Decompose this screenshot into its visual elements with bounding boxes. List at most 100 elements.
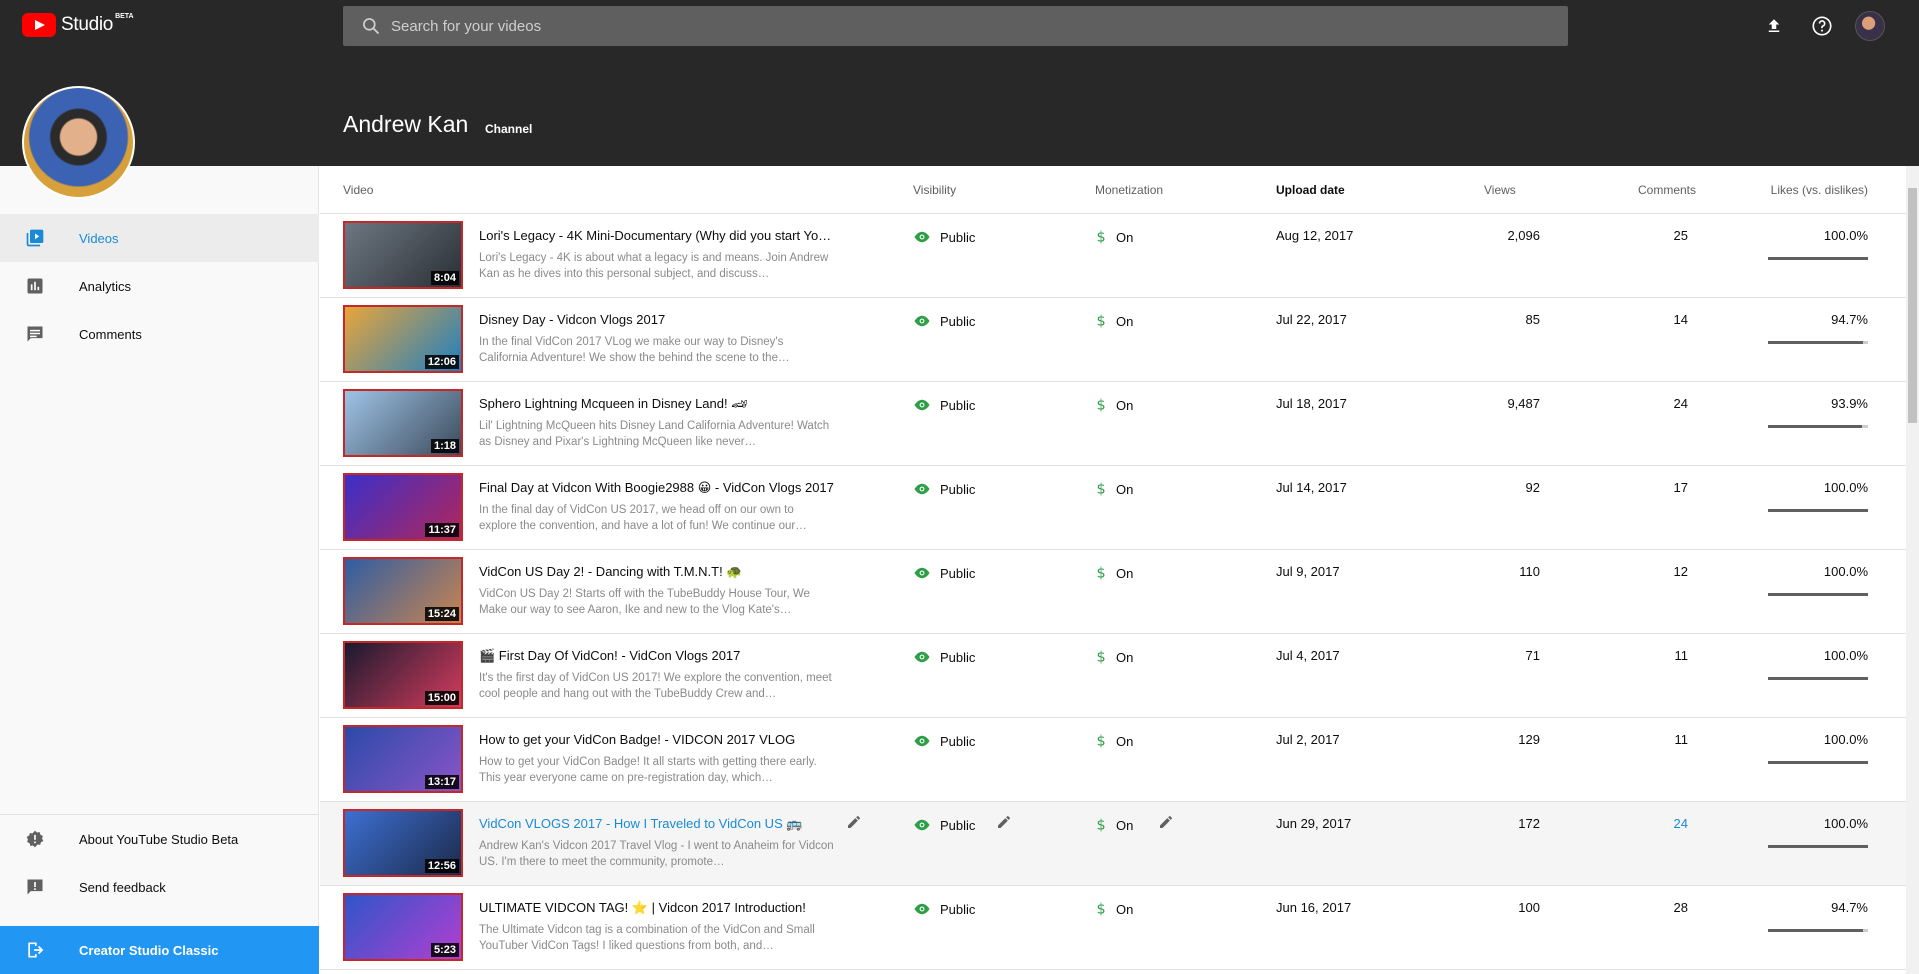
send-feedback-link[interactable]: Send feedback [0,863,319,911]
svg-text:$: $ [1097,902,1106,918]
visibility-cell[interactable]: Public [913,564,975,582]
upload-icon[interactable] [1759,11,1789,41]
edit-title-pencil-icon[interactable] [846,814,862,835]
video-title[interactable]: Sphero Lightning Mcqueen in Disney Land!… [479,396,839,412]
creator-studio-classic-button[interactable]: Creator Studio Classic [0,926,319,974]
table-row[interactable]: 5:23 ULTIMATE VIDCON TAG! ⭐ | Vidcon 201… [320,886,1906,970]
monetization-cell[interactable]: $ On [1095,732,1134,750]
about-studio-beta-link[interactable]: About YouTube Studio Beta [0,815,319,863]
column-header-likes[interactable]: Likes (vs. dislikes) [1771,183,1868,197]
video-thumbnail[interactable]: 15:00 [343,641,463,709]
exit-icon [24,939,46,961]
video-thumbnail[interactable]: 8:04 [343,221,463,289]
monetization-cell[interactable]: $ On [1095,900,1134,918]
column-header-upload-date[interactable]: Upload date [1276,183,1345,197]
video-duration: 15:24 [424,607,459,621]
edit-visibility-pencil-icon[interactable] [996,814,1012,835]
dollar-icon: $ [1095,564,1107,582]
views-count: 100 [1518,900,1540,915]
video-title[interactable]: Final Day at Vidcon With Boogie2988 😀 - … [479,480,839,496]
monetization-cell[interactable]: $ On [1095,816,1134,834]
table-row[interactable]: 15:24 VidCon US Day 2! - Dancing with T.… [320,550,1906,634]
visibility-value: Public [940,313,976,329]
monetization-cell[interactable]: $ On [1095,480,1134,498]
video-thumbnail[interactable]: 1:18 [343,389,463,457]
comments-count: 24 [1673,396,1688,411]
search-bar[interactable] [343,6,1568,46]
table-row[interactable]: 12:56 VidCon VLOGS 2017 - How I Traveled… [320,802,1906,886]
edit-monetization-pencil-icon[interactable] [1158,814,1174,835]
video-thumbnail[interactable]: 12:56 [343,809,463,877]
table-header: Video Visibility Monetization Upload dat… [320,166,1906,214]
video-description: In the final VidCon 2017 VLog we make ou… [479,336,790,364]
video-duration: 5:23 [430,943,459,957]
account-avatar[interactable] [1855,11,1885,41]
table-row[interactable]: 13:17 How to get your VidCon Badge! - VI… [320,718,1906,802]
visibility-cell[interactable]: Public [913,312,975,330]
table-row[interactable]: 12:06 Disney Day - Vidcon Vlogs 2017 In … [320,298,1906,382]
studio-logo[interactable]: Studio BETA [22,13,134,37]
video-title[interactable]: Disney Day - Vidcon Vlogs 2017 [479,312,839,327]
video-title[interactable]: VidCon US Day 2! - Dancing with T.M.N.T!… [479,564,839,580]
video-thumbnail[interactable]: 11:37 [343,473,463,541]
visibility-cell[interactable]: Public [913,732,975,750]
eye-icon [913,900,931,918]
sidebar-item-label: Videos [79,230,119,246]
eye-icon [913,732,931,750]
visibility-cell[interactable]: Public [913,396,975,414]
video-title[interactable]: 🎬 First Day Of VidCon! - VidCon Vlogs 20… [479,648,839,664]
upload-date: Aug 12, 2017 [1276,228,1354,243]
monetization-cell[interactable]: $ On [1095,312,1134,330]
column-header-monetization[interactable]: Monetization [1095,183,1163,197]
search-input[interactable] [391,17,1491,35]
visibility-cell[interactable]: Public [913,816,975,834]
video-thumbnail[interactable]: 12:06 [343,305,463,373]
monetization-cell[interactable]: $ On [1095,228,1134,246]
search-icon[interactable] [351,6,391,46]
video-title[interactable]: Lori's Legacy - 4K Mini-Documentary (Why… [479,228,839,243]
video-thumbnail[interactable]: 5:23 [343,893,463,961]
header-actions [1759,11,1885,41]
svg-text:$: $ [1097,230,1106,246]
table-row[interactable]: 8:04 Lori's Legacy - 4K Mini-Documentary… [320,214,1906,298]
help-icon[interactable] [1807,11,1837,41]
visibility-value: Public [940,817,976,833]
monetization-cell[interactable]: $ On [1095,564,1134,582]
sidebar-item-videos[interactable]: Videos [0,214,319,262]
likes-percentage: 100.0% [1823,480,1868,495]
likes-bar-fill [1768,761,1868,764]
video-title[interactable]: ULTIMATE VIDCON TAG! ⭐ | Vidcon 2017 Int… [479,900,839,916]
svg-text:$: $ [1097,398,1106,414]
dollar-icon: $ [1095,228,1107,246]
sidebar-item-comments[interactable]: Comments [0,310,319,358]
visibility-cell[interactable]: Public [913,228,975,246]
views-count: 71 [1525,648,1540,663]
visibility-cell[interactable]: Public [913,900,975,918]
likes-bar [1768,845,1868,848]
video-title[interactable]: How to get your VidCon Badge! - VIDCON 2… [479,732,839,747]
upload-date: Jul 18, 2017 [1276,396,1347,411]
column-header-views[interactable]: Views [1484,183,1516,197]
visibility-cell[interactable]: Public [913,480,975,498]
table-row[interactable]: 15:00 🎬 First Day Of VidCon! - VidCon Vl… [320,634,1906,718]
likes-bar [1768,929,1868,932]
column-header-comments[interactable]: Comments [1638,183,1696,197]
table-row[interactable]: 11:37 Final Day at Vidcon With Boogie298… [320,466,1906,550]
channel-avatar[interactable] [22,86,135,199]
comments-count[interactable]: 24 [1674,816,1688,831]
likes-bar-fill [1768,257,1868,260]
video-thumbnail[interactable]: 15:24 [343,557,463,625]
scrollbar-thumb[interactable] [1908,188,1917,423]
likes-percentage: 100.0% [1823,732,1868,747]
table-row[interactable]: 1:18 Sphero Lightning Mcqueen in Disney … [320,382,1906,466]
monetization-value: On [1116,649,1134,665]
monetization-cell[interactable]: $ On [1095,396,1134,414]
monetization-cell[interactable]: $ On [1095,648,1134,666]
svg-text:$: $ [1097,482,1106,498]
visibility-cell[interactable]: Public [913,648,975,666]
video-title[interactable]: VidCon VLOGS 2017 - How I Traveled to Vi… [479,816,839,832]
sidebar-item-analytics[interactable]: Analytics [0,262,319,310]
video-thumbnail[interactable]: 13:17 [343,725,463,793]
video-description: How to get your VidCon Badge! It all sta… [479,756,817,784]
column-header-visibility[interactable]: Visibility [913,183,956,197]
